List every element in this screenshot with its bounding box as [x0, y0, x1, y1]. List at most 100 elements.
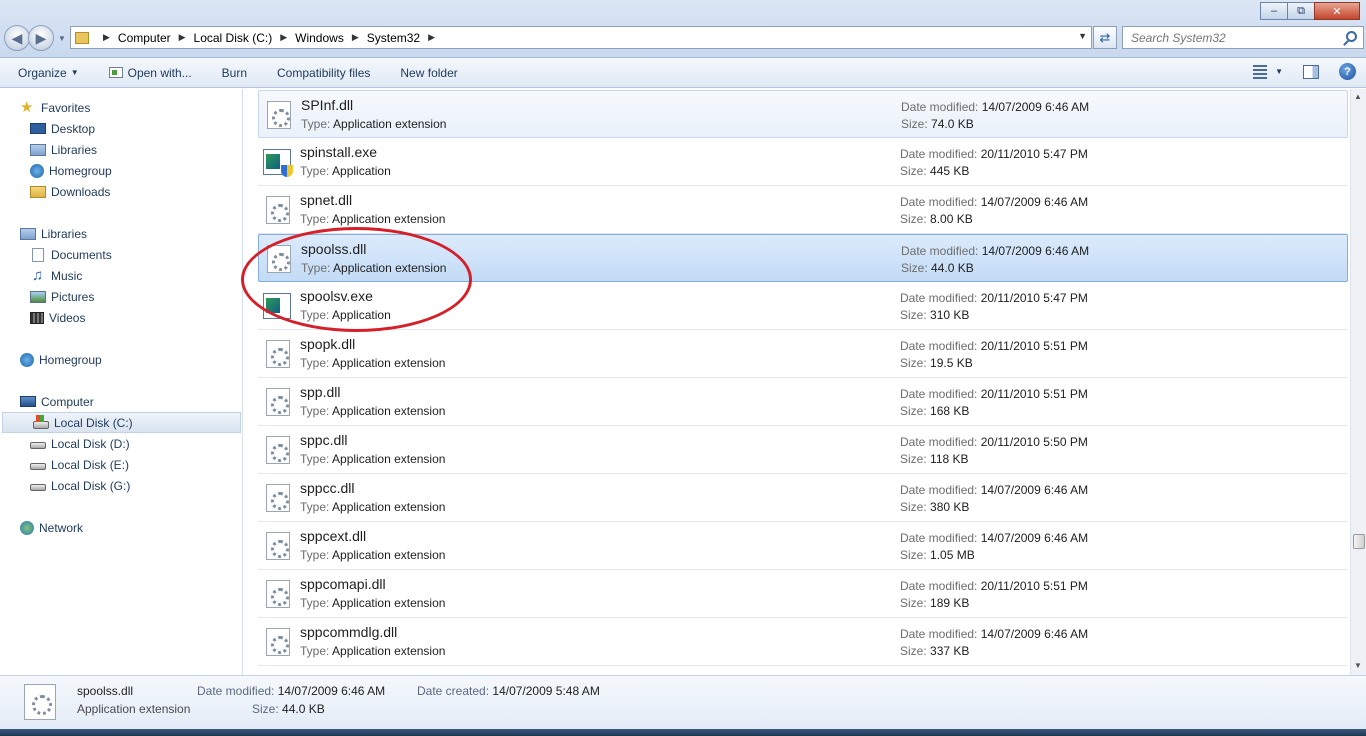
- file-row[interactable]: spopk.dll Type: Application extension Date…: [258, 330, 1348, 378]
- chevron-right-icon[interactable]: ▶: [428, 32, 435, 43]
- sidebar-item-homegroup[interactable]: Homegroup: [0, 349, 243, 370]
- sidebar-item-documents[interactable]: Documents: [0, 244, 243, 265]
- file-type: Type: Application extension: [300, 212, 445, 226]
- file-name: sppcext.dll: [300, 528, 367, 544]
- title-address-bar: – ⧉ ✕ ◀ ▶ ▼ ▶ Computer ▶ Local Disk (C:)…: [0, 0, 1366, 58]
- sidebar-item-pictures[interactable]: Pictures: [0, 286, 243, 307]
- file-row[interactable]: sppc.dll Type: Application extension Date …: [258, 426, 1348, 474]
- date-modified-value: 14/07/2009 6:46 AM: [980, 531, 1089, 545]
- maximize-button[interactable]: ⧉: [1287, 2, 1315, 20]
- search-input[interactable]: [1131, 30, 1331, 45]
- minimize-button[interactable]: –: [1260, 2, 1288, 20]
- network-group: Network: [0, 517, 243, 538]
- close-button[interactable]: ✕: [1314, 2, 1360, 20]
- file-type: Type: Application extension: [300, 356, 445, 370]
- folder-icon: [75, 31, 89, 44]
- file-row[interactable]: sppcext.dll Type: Application extension Da…: [258, 522, 1348, 570]
- burn-button[interactable]: Burn: [222, 66, 247, 80]
- sidebar-item-computer[interactable]: Computer: [0, 391, 243, 412]
- chevron-right-icon[interactable]: ▶: [103, 32, 110, 43]
- file-row[interactable]: spoolss.dll Type: Application extension Da…: [258, 234, 1348, 282]
- breadcrumb-local-disk-c[interactable]: Local Disk (C:): [194, 31, 273, 45]
- breadcrumb-windows[interactable]: Windows: [295, 31, 344, 45]
- file-row[interactable]: sppcommdlg.dll Type: Application extensio…: [258, 618, 1348, 666]
- sidebar-item-libraries-fav[interactable]: Libraries: [0, 139, 243, 160]
- sidebar-item-libraries[interactable]: Libraries: [0, 223, 243, 244]
- file-row[interactable]: spnet.dll Type: Application extension Date…: [258, 186, 1348, 234]
- sidebar-item-favorites[interactable]: ★ Favorites: [0, 97, 243, 118]
- type-label: Type:: [300, 212, 330, 226]
- sidebar-label: Documents: [51, 247, 112, 262]
- sidebar-item-downloads[interactable]: Downloads: [0, 181, 243, 202]
- size-label: Size:: [900, 644, 927, 658]
- search-icon[interactable]: [1346, 31, 1357, 42]
- compatibility-files-button[interactable]: Compatibility files: [277, 66, 370, 80]
- file-row[interactable]: spoolsv.exe Type: Application Date modifie…: [258, 282, 1348, 330]
- address-history-dropdown[interactable]: ▼: [1078, 31, 1087, 41]
- open-with-button[interactable]: Open with...: [108, 66, 192, 80]
- breadcrumb-computer[interactable]: Computer: [118, 31, 171, 45]
- sidebar-item-desktop[interactable]: Desktop: [0, 118, 243, 139]
- size-label: Size:: [901, 261, 928, 275]
- sidebar-item-homegroup-fav[interactable]: Homegroup: [0, 160, 243, 181]
- sidebar-label: Pictures: [51, 289, 95, 304]
- scroll-down-icon[interactable]: ▼: [1354, 661, 1362, 670]
- taskbar: [0, 729, 1366, 736]
- scroll-up-icon[interactable]: ▲: [1354, 92, 1362, 101]
- size-value: 168 KB: [930, 404, 970, 418]
- chevron-right-icon[interactable]: ▶: [280, 32, 287, 43]
- forward-button[interactable]: ▶: [28, 25, 54, 51]
- open-with-icon: [108, 67, 123, 78]
- recent-pages-dropdown[interactable]: ▼: [58, 34, 66, 43]
- sidebar-item-local-disk-c[interactable]: Local Disk (C:): [2, 412, 241, 433]
- file-date-modified: Date modified: 20/11/2010 5:47 PM: [900, 147, 1088, 161]
- compatibility-files-label: Compatibility files: [277, 65, 371, 80]
- file-date-modified: Date modified: 20/11/2010 5:51 PM: [900, 339, 1088, 353]
- search-box[interactable]: [1122, 26, 1364, 49]
- sidebar-item-local-disk-d[interactable]: Local Disk (D:): [0, 433, 243, 454]
- refresh-icon: ⇄: [1099, 29, 1111, 45]
- dll-file-icon: [24, 684, 56, 720]
- organize-button[interactable]: Organize ▼: [18, 66, 79, 80]
- file-row[interactable]: sppcc.dll Type: Application extension Date…: [258, 474, 1348, 522]
- address-bar[interactable]: ▶ Computer ▶ Local Disk (C:) ▶ Windows ▶…: [70, 26, 1092, 49]
- change-view-icon[interactable]: [1253, 64, 1268, 79]
- file-name: spoolss.dll: [301, 241, 367, 257]
- refresh-button[interactable]: ⇄: [1093, 26, 1117, 49]
- sidebar-item-local-disk-g[interactable]: Local Disk (G:): [0, 475, 243, 496]
- chevron-right-icon[interactable]: ▶: [352, 32, 359, 43]
- file-row[interactable]: sppcomapi.dll Type: Application extension…: [258, 570, 1348, 618]
- sidebar-item-videos[interactable]: Videos: [0, 307, 243, 328]
- sidebar-item-local-disk-e[interactable]: Local Disk (E:): [0, 454, 243, 475]
- back-button[interactable]: ◀: [4, 25, 30, 51]
- size-label: Size:: [901, 117, 928, 131]
- file-type: Type: Application extension: [300, 452, 445, 466]
- command-bar: Organize ▼ Open with... Burn Compatibili…: [0, 58, 1366, 88]
- windows-drive-icon: [33, 414, 49, 429]
- file-row[interactable]: SPInf.dll Type: Application extension Date…: [258, 90, 1348, 138]
- file-row-partial[interactable]: [258, 666, 1348, 675]
- file-row[interactable]: spinstall.exe Type: Application Date modif…: [258, 138, 1348, 186]
- date-modified-value: 20/11/2010 5:51 PM: [980, 387, 1088, 401]
- file-date-modified: Date modified: 20/11/2010 5:51 PM: [900, 579, 1088, 593]
- sidebar-label: Local Disk (D:): [51, 436, 130, 451]
- type-value: Application extension: [332, 644, 446, 658]
- sidebar-item-music[interactable]: ♫ Music: [0, 265, 243, 286]
- sidebar-label: Local Disk (G:): [51, 478, 131, 493]
- sidebar-item-network[interactable]: Network: [0, 517, 243, 538]
- help-icon[interactable]: ?: [1339, 63, 1356, 80]
- breadcrumb-system32[interactable]: System32: [367, 31, 420, 45]
- preview-pane-icon[interactable]: [1303, 64, 1319, 79]
- chevron-right-icon[interactable]: ▶: [179, 32, 186, 43]
- view-options-dropdown[interactable]: ▼: [1275, 67, 1283, 76]
- vertical-scrollbar[interactable]: ▲ ▼: [1350, 89, 1366, 675]
- file-size: Size: 310 KB: [900, 308, 969, 322]
- libraries-icon: [20, 227, 36, 240]
- type-label: Type:: [300, 596, 330, 610]
- date-modified-label: Date modified:: [900, 531, 978, 545]
- file-row[interactable]: spp.dll Type: Application extension Date m…: [258, 378, 1348, 426]
- type-label: Type:: [300, 356, 330, 370]
- file-type: Type: Application extension: [300, 500, 445, 514]
- new-folder-button[interactable]: New folder: [400, 66, 457, 80]
- scrollbar-thumb[interactable]: [1353, 534, 1365, 549]
